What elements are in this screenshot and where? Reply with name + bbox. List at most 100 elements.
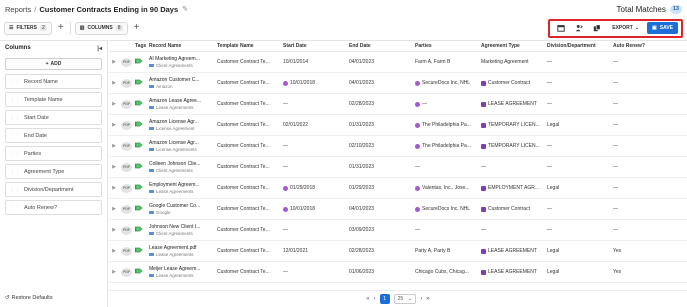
share-users-icon[interactable]	[571, 22, 586, 34]
pdf-file-icon[interactable]: PDF	[121, 162, 132, 172]
cell-folder[interactable]: Client Agreements	[156, 63, 193, 68]
cell-folder[interactable]: Amazon	[156, 84, 173, 89]
column-item[interactable]: ⋮⋮ End Date	[5, 128, 102, 143]
cell-folder[interactable]: Lease Agreements	[156, 273, 194, 278]
page-size-select[interactable]: 25 ⌄	[393, 294, 417, 304]
edit-title-icon[interactable]: ✎	[182, 5, 188, 13]
expand-row-icon[interactable]: ▶	[109, 59, 119, 65]
column-item[interactable]: ⋮⋮ Auto Renew?	[5, 200, 102, 215]
cell-folder[interactable]: License Agreement	[156, 126, 195, 131]
table-row[interactable]: ▶ PDF Amazon License Agr... License Agreeme…	[109, 136, 687, 157]
cell-folder[interactable]: Google	[156, 210, 171, 215]
last-page-icon[interactable]: »	[426, 296, 429, 302]
table-row[interactable]: ▶ PDF Amazon Customer C... Amazon Customer C…	[109, 73, 687, 94]
prev-page-icon[interactable]: ‹	[374, 296, 376, 302]
cell-folder[interactable]: Lease Agreements	[156, 105, 194, 110]
breadcrumb-reports[interactable]: Reports	[5, 5, 31, 14]
header-record-name[interactable]: Record Name	[147, 43, 215, 49]
next-page-icon[interactable]: ›	[420, 296, 422, 302]
cell-record-name[interactable]: AI Marketing Agreem...	[149, 56, 215, 62]
pdf-file-icon[interactable]: PDF	[121, 225, 132, 235]
cell-folder[interactable]: Lease Agreements	[156, 252, 194, 257]
table-row[interactable]: ▶ PDF Meijer Lease Agreem... Lease Agreemen…	[109, 262, 687, 283]
table-row[interactable]: ▶ PDF Google Customer Co... Google Customer …	[109, 199, 687, 220]
export-button[interactable]: EXPORT ⌄	[607, 22, 644, 34]
header-agreement-type[interactable]: Agreement Type	[479, 43, 545, 49]
expand-row-icon[interactable]: ▶	[109, 185, 119, 191]
tag-icon[interactable]	[133, 226, 147, 234]
drag-handle-icon[interactable]: ⋮⋮	[10, 79, 20, 85]
drag-handle-icon[interactable]: ⋮⋮	[10, 97, 20, 103]
cell-record-name[interactable]: Employment Agreem...	[149, 182, 215, 188]
add-filter-icon[interactable]: +	[56, 22, 66, 34]
pdf-file-icon[interactable]: PDF	[121, 246, 132, 256]
add-column-icon[interactable]: +	[132, 22, 142, 34]
tag-icon[interactable]	[133, 100, 147, 108]
table-row[interactable]: ▶ PDF Johnson New Client I... Client Agreem…	[109, 220, 687, 241]
header-parties[interactable]: Parties	[413, 43, 479, 49]
drag-handle-icon[interactable]: ⋮⋮	[10, 151, 20, 157]
expand-row-icon[interactable]: ▶	[109, 248, 119, 254]
restore-defaults-button[interactable]: ↺ Restore Defaults	[5, 295, 53, 301]
column-item[interactable]: ⋮⋮ Start Date	[5, 110, 102, 125]
add-column-button[interactable]: + ADD	[5, 58, 102, 70]
column-item[interactable]: ⋮⋮ Parties	[5, 146, 102, 161]
table-row[interactable]: ▶ PDF Employment Agreem... Lease Agreements…	[109, 178, 687, 199]
tag-icon[interactable]	[133, 163, 147, 171]
drag-handle-icon[interactable]: ⋮⋮	[10, 169, 20, 175]
pdf-file-icon[interactable]: PDF	[121, 267, 132, 277]
filters-button[interactable]: ☰ FILTERS 2	[4, 21, 52, 35]
current-page[interactable]: 1	[379, 294, 390, 304]
tag-icon[interactable]	[133, 121, 147, 129]
columns-button[interactable]: ▥ COLUMNS 8	[74, 21, 128, 35]
header-template-name[interactable]: Template Name	[215, 43, 281, 49]
cell-record-name[interactable]: Meijer Lease Agreem...	[149, 266, 215, 272]
drag-handle-icon[interactable]: ⋮⋮	[10, 187, 20, 193]
header-division[interactable]: Division/Department	[545, 43, 611, 49]
tag-icon[interactable]	[133, 79, 147, 87]
drag-handle-icon[interactable]: ⋮⋮	[10, 205, 20, 211]
expand-row-icon[interactable]: ▶	[109, 101, 119, 107]
cell-record-name[interactable]: Colleen Johnson Clie...	[149, 161, 215, 167]
header-tags[interactable]: Tags	[133, 43, 147, 49]
pdf-file-icon[interactable]: PDF	[121, 141, 132, 151]
save-button[interactable]: ▣ SAVE	[647, 22, 678, 34]
table-row[interactable]: ▶ PDF Amazon Lease Agree... Lease Agreement…	[109, 94, 687, 115]
tag-icon[interactable]	[133, 184, 147, 192]
cell-folder[interactable]: Client Agreements	[156, 168, 193, 173]
pdf-file-icon[interactable]: PDF	[121, 120, 132, 130]
expand-row-icon[interactable]: ▶	[109, 143, 119, 149]
expand-row-icon[interactable]: ▶	[109, 164, 119, 170]
collapse-sidebar-icon[interactable]: |◂	[97, 45, 102, 52]
table-row[interactable]: ▶ PDF AI Marketing Agreem... Client Agreeme…	[109, 52, 687, 73]
pdf-file-icon[interactable]: PDF	[121, 78, 132, 88]
cell-folder[interactable]: License Agreements	[156, 147, 197, 152]
cell-record-name[interactable]: Amazon License Agr...	[149, 119, 215, 125]
expand-row-icon[interactable]: ▶	[109, 269, 119, 275]
expand-row-icon[interactable]: ▶	[109, 80, 119, 86]
cell-record-name[interactable]: Lease Agreement.pdf	[149, 245, 215, 251]
pdf-file-icon[interactable]: PDF	[121, 204, 132, 214]
pdf-file-icon[interactable]: PDF	[121, 99, 132, 109]
tag-icon[interactable]	[133, 247, 147, 255]
tag-icon[interactable]	[133, 142, 147, 150]
column-item[interactable]: ⋮⋮ Template Name	[5, 92, 102, 107]
pdf-file-icon[interactable]: PDF	[121, 57, 132, 67]
cell-record-name[interactable]: Amazon Customer C...	[149, 77, 215, 83]
expand-row-icon[interactable]: ▶	[109, 122, 119, 128]
drag-handle-icon[interactable]: ⋮⋮	[10, 133, 20, 139]
column-item[interactable]: ⋮⋮ Division/Department	[5, 182, 102, 197]
table-row[interactable]: ▶ PDF Colleen Johnson Clie... Client Agreem…	[109, 157, 687, 178]
expand-row-icon[interactable]: ▶	[109, 227, 119, 233]
first-page-icon[interactable]: «	[366, 296, 369, 302]
tag-icon[interactable]	[133, 205, 147, 213]
cell-folder[interactable]: Lease Agreements	[156, 189, 194, 194]
cell-record-name[interactable]: Johnson New Client I...	[149, 224, 215, 230]
calendar-icon[interactable]	[553, 22, 568, 34]
header-start-date[interactable]: Start Date	[281, 43, 347, 49]
header-auto-renew[interactable]: Auto Renew?	[611, 43, 687, 49]
column-item[interactable]: ⋮⋮ Agreement Type	[5, 164, 102, 179]
cell-record-name[interactable]: Google Customer Co...	[149, 203, 215, 209]
cell-folder[interactable]: Client Agreements	[156, 231, 193, 236]
copy-icon[interactable]	[589, 22, 604, 34]
